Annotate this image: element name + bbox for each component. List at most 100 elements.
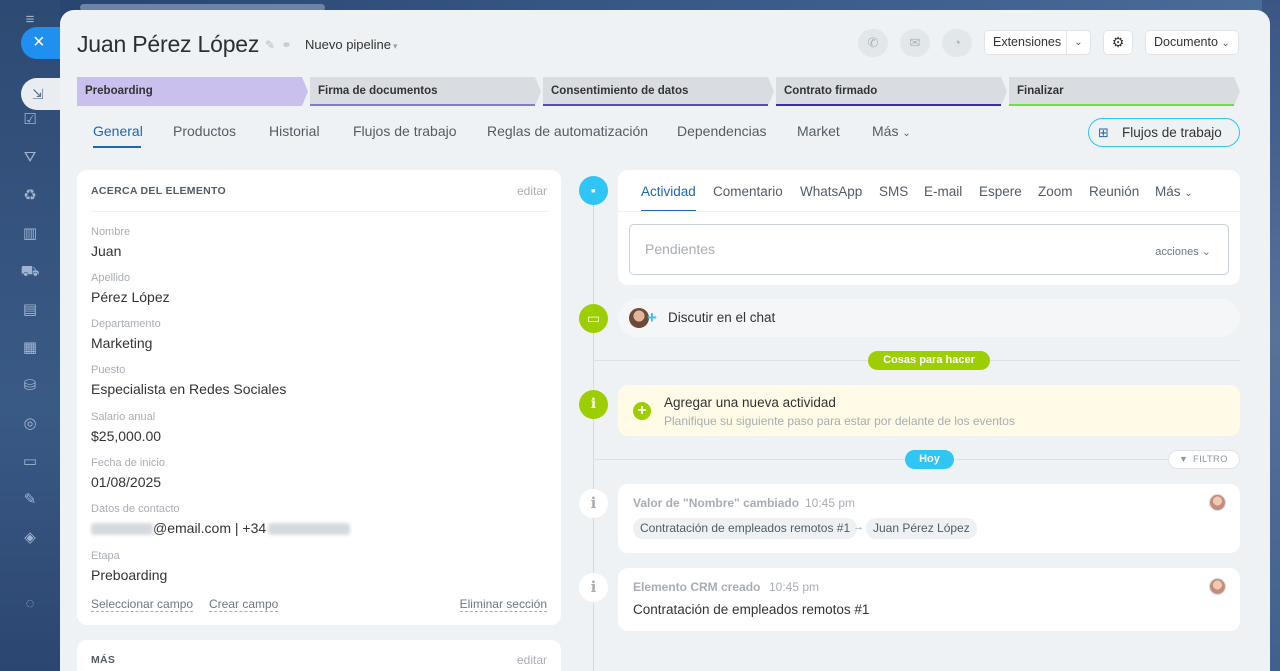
chevron-down-icon: ⌄: [1201, 246, 1211, 258]
history-item: Valor de "Nombre" cambiado 10:45 pm Cont…: [618, 484, 1240, 553]
document-icon[interactable]: ▭: [20, 452, 40, 472]
calendar-icon[interactable]: ▦: [20, 338, 40, 358]
tab-market[interactable]: Market: [797, 123, 840, 139]
tab-reunion[interactable]: Reunión: [1089, 184, 1139, 199]
redacted-text: [268, 523, 351, 536]
pending-placeholder: Pendientes: [645, 241, 716, 257]
delete-section-link[interactable]: Eliminar sección: [459, 597, 547, 612]
tab-reglas[interactable]: Reglas de automatización: [487, 123, 648, 139]
tab-mas[interactable]: Más ⌄: [872, 123, 911, 139]
tab-flujos[interactable]: Flujos de trabajo: [353, 123, 457, 139]
field-puesto[interactable]: Especialista en Redes Sociales: [91, 381, 286, 397]
tab-historial[interactable]: Historial: [269, 123, 320, 139]
workflows-button[interactable]: ⊞ Flujos de trabajo: [1088, 118, 1240, 147]
extensiones-button[interactable]: Extensiones ⌄: [984, 30, 1091, 55]
history-title: Valor de "Nombre" cambiado: [633, 496, 800, 510]
filter-label: FILTRO: [1193, 454, 1228, 465]
minimize-slider-button[interactable]: ⇲: [21, 78, 63, 110]
filter-stack-icon[interactable]: ⛛: [20, 148, 40, 168]
pending-input[interactable]: Pendientes acciones ⌄: [629, 224, 1229, 275]
pen-icon[interactable]: ✎: [20, 490, 40, 510]
select-field-link[interactable]: Seleccionar campo: [91, 597, 194, 612]
history-title: Elemento CRM creado: [633, 580, 761, 594]
tab-dependencias[interactable]: Dependencias: [677, 123, 767, 139]
help-icon[interactable]: ◌: [20, 594, 40, 614]
about-edit-link[interactable]: editar: [517, 184, 547, 198]
tab-whatsapp[interactable]: WhatsApp: [800, 184, 862, 199]
field-apellido[interactable]: Pérez López: [91, 289, 170, 305]
add-activity-card[interactable]: + Agregar una nueva actividad Planifique…: [618, 385, 1240, 436]
target-icon[interactable]: ◎: [20, 414, 40, 434]
field-departamento[interactable]: Marketing: [91, 335, 152, 351]
stage-label: Consentimiento de datos: [551, 85, 689, 97]
tab-mas-activity[interactable]: Más ⌄: [1155, 184, 1193, 199]
tasks-icon[interactable]: ☑: [20, 110, 40, 130]
documento-button[interactable]: Documento ⌄: [1145, 30, 1239, 55]
funnel-icon: ▼: [1179, 454, 1189, 464]
today-pill: Hoy: [905, 450, 954, 469]
discuss-in-chat[interactable]: + Discutir en el chat: [618, 299, 1240, 337]
email-button[interactable]: ✉: [900, 29, 930, 57]
more-heading: MÁS: [91, 654, 116, 666]
robot-icon[interactable]: ♻: [20, 186, 40, 206]
tab-zoom[interactable]: Zoom: [1038, 184, 1073, 199]
tab-productos[interactable]: Productos: [173, 123, 236, 139]
tab-email[interactable]: E-mail: [924, 184, 962, 199]
page-title: Juan Pérez López: [77, 31, 260, 57]
filter-button[interactable]: ▼ FILTRO: [1168, 450, 1240, 469]
stage-firma[interactable]: Firma de documentos: [310, 77, 541, 106]
chart-icon[interactable]: ▥: [20, 224, 40, 244]
tab-actividad[interactable]: Actividad: [641, 184, 696, 199]
stage-preboarding[interactable]: Preboarding: [77, 77, 308, 106]
new-value-chip: Juan Pérez López: [866, 518, 977, 539]
chat-button[interactable]: ◔: [942, 29, 972, 57]
actions-label: acciones: [1155, 246, 1199, 258]
field-fecha[interactable]: 01/08/2025: [91, 474, 161, 490]
chevron-down-icon: ⌄: [1221, 38, 1230, 49]
tab-general[interactable]: General: [93, 123, 143, 139]
stage-label: Firma de documentos: [318, 85, 438, 97]
tab-comentario[interactable]: Comentario: [713, 184, 783, 199]
tab-mas-label: Más: [872, 123, 899, 139]
actions-dropdown[interactable]: acciones ⌄: [1155, 245, 1211, 258]
add-icon[interactable]: +: [633, 402, 651, 420]
pipeline-selector[interactable]: Nuevo pipeline ▾: [305, 37, 398, 52]
more-edit-link[interactable]: editar: [517, 653, 547, 667]
title-actions: ✎ ⚭: [265, 38, 291, 52]
avatar[interactable]: [1209, 578, 1226, 595]
create-field-link[interactable]: Crear campo: [209, 597, 279, 612]
chat-icon: ◔: [953, 35, 961, 50]
stage-finalizar[interactable]: Finalizar: [1009, 77, 1240, 106]
field-salario[interactable]: $25,000.00: [91, 428, 161, 444]
contact-card-icon[interactable]: ▤: [20, 300, 40, 320]
settings-button[interactable]: ⚙: [1103, 30, 1133, 55]
phone-button[interactable]: ✆: [858, 29, 888, 57]
history-text[interactable]: Contratación de empleados remotos #1: [633, 602, 869, 617]
plus-icon[interactable]: +: [647, 299, 657, 337]
workflow-icon: ⊞: [1098, 125, 1109, 140]
phone-icon: ✆: [867, 35, 879, 50]
chevron-down-icon[interactable]: ⌄: [1066, 31, 1090, 54]
tab-sms[interactable]: SMS: [879, 184, 908, 199]
storage-icon[interactable]: ⛁: [20, 376, 40, 396]
avatar[interactable]: [1209, 494, 1226, 511]
tab-espere[interactable]: Espere: [979, 184, 1022, 199]
field-label: Departamento: [91, 318, 161, 330]
field-label: Nombre: [91, 226, 131, 238]
stage-consentimiento[interactable]: Consentimiento de datos: [543, 77, 774, 106]
field-etapa[interactable]: Preboarding: [91, 567, 167, 583]
field-contacto[interactable]: @email.com | +34: [91, 520, 351, 536]
divider: [618, 211, 1240, 212]
activity-editor: Actividad Comentario WhatsApp SMS E-mail…: [618, 170, 1240, 285]
edit-pencil-icon[interactable]: ✎: [265, 38, 275, 52]
link-icon[interactable]: ⚭: [281, 38, 291, 52]
close-slider-button[interactable]: ×: [21, 27, 63, 59]
chevron-down-icon: ▾: [393, 41, 398, 51]
field-label: Puesto: [91, 364, 126, 376]
cart-icon[interactable]: ⛟: [20, 262, 40, 282]
cube-icon[interactable]: ◈: [20, 528, 40, 548]
stage-contrato[interactable]: Contrato firmado: [776, 77, 1007, 106]
old-value-chip: Contratación de empleados remotos #1: [633, 518, 858, 539]
arrow-right-icon: →: [853, 521, 864, 533]
field-nombre[interactable]: Juan: [91, 243, 121, 259]
